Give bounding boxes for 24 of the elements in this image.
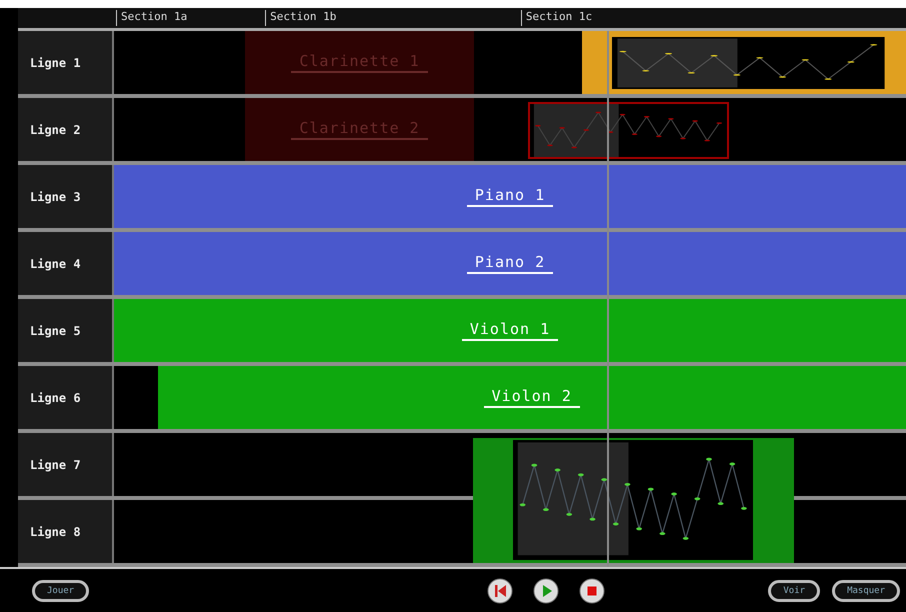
track-label[interactable]: Ligne 6 [18,366,114,429]
pattern-clip[interactable] [582,31,906,94]
clip-label: Clarinette 2 [291,119,428,140]
play-button[interactable]: Jouer [32,580,90,602]
stop-icon[interactable] [579,578,605,604]
clip-label: Violon 1 [462,320,558,341]
clip-block[interactable]: Piano 2 [114,232,906,295]
clip-label: Violon 2 [484,387,580,408]
clip-block[interactable]: Piano 1 [114,165,906,228]
skip-back-icon[interactable] [487,578,513,604]
pattern-clip[interactable] [472,438,794,563]
pill-button[interactable]: Voir [768,580,820,602]
track-label[interactable]: Ligne 8 [18,500,114,563]
track-label[interactable]: Ligne 4 [18,232,114,295]
clip-label: Piano 1 [466,186,554,207]
track-label[interactable]: Ligne 5 [18,299,114,362]
track-label[interactable]: Ligne 2 [18,98,114,161]
play-icon[interactable] [533,578,559,604]
track-label[interactable]: Ligne 3 [18,165,114,228]
pill-button[interactable]: Masquer [832,580,900,602]
track-label[interactable]: Ligne 7 [18,433,114,496]
clip-label: Clarinette 1 [291,52,428,73]
track-label[interactable]: Ligne 1 [18,31,114,94]
clip-label: Piano 2 [466,253,554,274]
